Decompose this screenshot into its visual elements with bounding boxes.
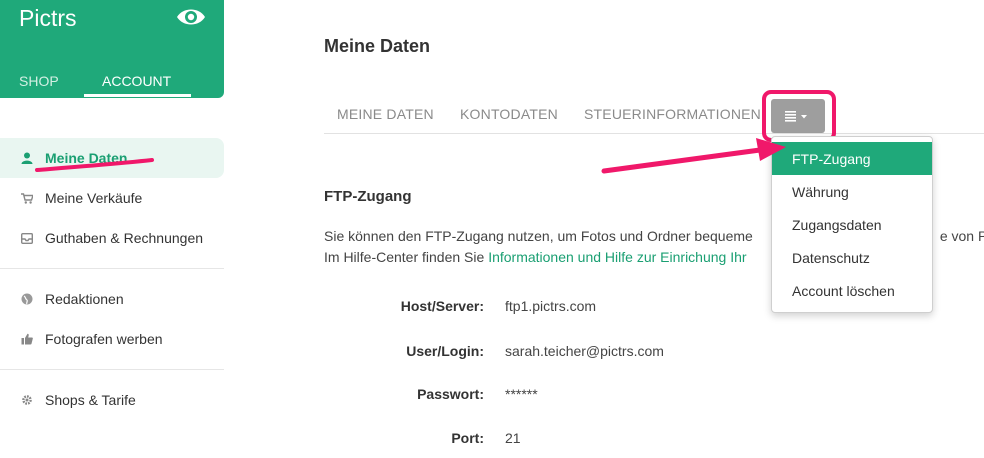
sidebar-item-label: Redaktionen — [45, 291, 124, 307]
sidebar-item-label: Shops & Tarife — [45, 392, 136, 408]
port-label: Port: — [451, 430, 484, 446]
section-title: FTP-Zugang — [324, 188, 412, 205]
password-value: ****** — [505, 386, 538, 402]
menu-item-waehrung[interactable]: Währung — [772, 175, 932, 208]
annotation-underline — [35, 158, 154, 172]
sidebar-item-meine-verkaeufe[interactable]: Meine Verkäufe — [0, 178, 224, 218]
help-center-link[interactable]: Informationen und Hilfe zur Einrichung I… — [488, 249, 746, 265]
sidebar-divider — [0, 369, 224, 370]
brand-logo-text[interactable]: Pictrs — [19, 5, 77, 32]
tab-bar: MEINE DATEN KONTODATEN STEUERINFORMATION… — [324, 94, 984, 134]
user-login-value: sarah.teicher@pictrs.com — [505, 343, 664, 359]
menu-item-zugangsdaten[interactable]: Zugangsdaten — [772, 208, 932, 241]
inbox-icon — [19, 232, 35, 244]
page-title: Meine Daten — [324, 36, 431, 56]
menu-item-account-loeschen[interactable]: Account löschen — [772, 274, 932, 307]
sidebar-divider — [0, 268, 224, 269]
host-server-value: ftp1.pictrs.com — [505, 298, 597, 314]
sidebar-item-guthaben-rechnungen[interactable]: Guthaben & Rechnungen — [0, 218, 224, 258]
tab-steuerinformationen[interactable]: STEUERINFORMATIONEN — [584, 106, 761, 122]
sidebar-item-redaktionen[interactable]: Redaktionen — [0, 279, 224, 319]
gear-icon — [19, 394, 35, 406]
tab-account[interactable]: ACCOUNT — [102, 73, 171, 89]
account-tab-indicator — [84, 94, 191, 97]
brand-header: Pictrs SHOP ACCOUNT — [0, 0, 224, 98]
eye-icon[interactable] — [176, 4, 206, 30]
tab-shop[interactable]: SHOP — [19, 73, 59, 89]
tabs-dropdown-menu: FTP-Zugang Währung Zugangsdaten Datensch… — [771, 136, 933, 313]
description-line-1-tail: e von Pi — [939, 228, 984, 244]
globe-icon — [19, 293, 35, 305]
sidebar: Pictrs SHOP ACCOUNT Meine Daten Meine Ve… — [0, 0, 224, 458]
user-login-label: User/Login: — [406, 343, 484, 359]
sidebar-item-label: Meine Verkäufe — [45, 190, 143, 206]
port-value: 21 — [505, 430, 521, 446]
thumbs-up-icon — [19, 333, 35, 345]
description-line-1: Sie können den FTP-Zugang nutzen, um Fot… — [324, 228, 753, 244]
sidebar-item-fotografen-werben[interactable]: Fotografen werben — [0, 319, 224, 359]
menu-item-ftp-zugang[interactable]: FTP-Zugang — [772, 142, 932, 175]
cart-icon — [19, 192, 35, 204]
menu-item-datenschutz[interactable]: Datenschutz — [772, 241, 932, 274]
description-line-2: Im Hilfe-Center finden Sie — [324, 249, 489, 265]
sidebar-item-label: Guthaben & Rechnungen — [45, 230, 204, 246]
annotation-highlight-box — [762, 90, 836, 142]
tab-kontodaten[interactable]: KONTODATEN — [460, 106, 558, 122]
host-server-label: Host/Server: — [400, 298, 484, 314]
sidebar-item-label: Fotografen werben — [45, 331, 163, 347]
user-icon — [19, 152, 35, 164]
password-label: Passwort: — [417, 386, 484, 402]
sidebar-item-shops-tarife[interactable]: Shops & Tarife — [0, 380, 224, 420]
tab-meine-daten[interactable]: MEINE DATEN — [337, 106, 434, 122]
